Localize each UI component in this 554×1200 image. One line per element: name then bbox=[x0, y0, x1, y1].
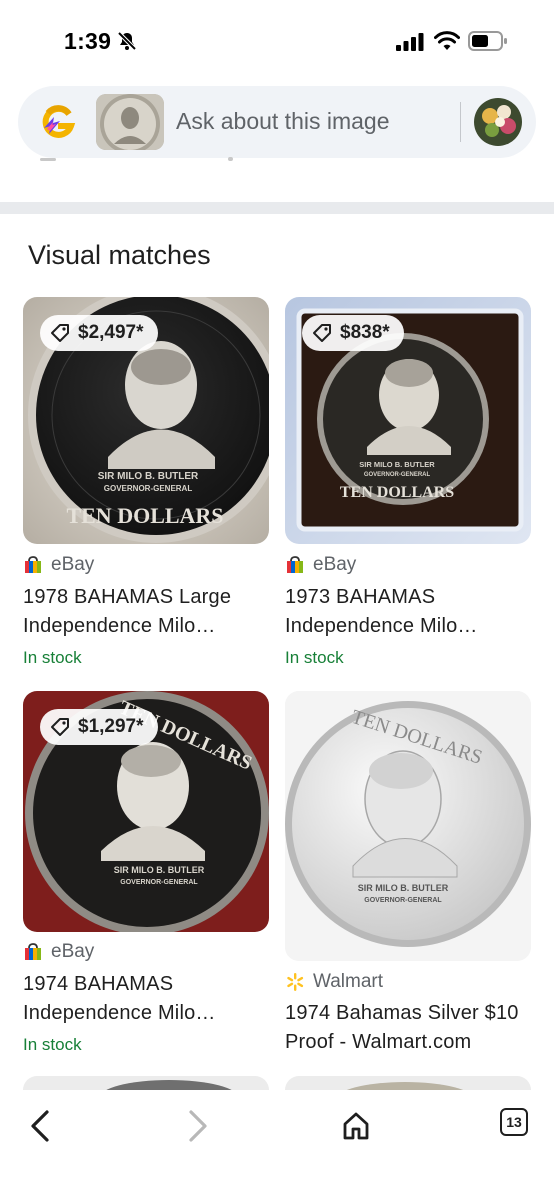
source-row: eBay bbox=[23, 554, 94, 576]
lens-search-bar[interactable]: Ask about this image bbox=[18, 86, 536, 158]
ebay-favicon-icon bbox=[25, 943, 41, 960]
chevron-left-icon[interactable] bbox=[28, 1109, 52, 1143]
back-button[interactable] bbox=[20, 1106, 60, 1146]
source-name: eBay bbox=[313, 554, 357, 575]
wifi-icon bbox=[434, 31, 460, 50]
source-row: Walmart bbox=[285, 971, 383, 993]
search-divider bbox=[460, 102, 461, 142]
account-avatar[interactable] bbox=[474, 98, 522, 146]
search-placeholder[interactable]: Ask about this image bbox=[176, 108, 390, 135]
result-title-line1[interactable]: 1974 BAHAMAS bbox=[23, 970, 273, 999]
price-text: $838* bbox=[340, 322, 390, 343]
source-name: eBay bbox=[51, 554, 95, 575]
bell-muted-icon bbox=[117, 31, 137, 51]
coin-name-text: SIR MILO B. BUTLER bbox=[358, 883, 449, 893]
source-row: eBay bbox=[23, 941, 94, 963]
source-name: Walmart bbox=[313, 971, 384, 992]
coin-role-text: GOVERNOR-GENERAL bbox=[364, 472, 431, 478]
google-logo-icon[interactable] bbox=[40, 104, 76, 140]
result-title[interactable]: 1978 BAHAMAS Large Independence Milo… bbox=[23, 583, 273, 641]
coin-name-text: SIR MILO B. BUTLER bbox=[359, 460, 435, 469]
coin-name-text: SIR MILO B. BUTLER bbox=[98, 471, 199, 482]
price-tag-icon bbox=[51, 718, 69, 736]
cellular-signal-icon bbox=[396, 33, 424, 51]
coin-denomination-text: TEN DOLLARS bbox=[66, 503, 223, 528]
coin-name-text: SIR MILO B. BUTLER bbox=[114, 865, 205, 875]
price-tag-icon bbox=[51, 324, 69, 342]
coin-role-text: GOVERNOR-GENERAL bbox=[364, 897, 442, 904]
result-title-line1[interactable]: 1978 BAHAMAS Large bbox=[23, 583, 273, 612]
collapsed-content-edge bbox=[40, 158, 56, 161]
result-title[interactable]: 1974 BAHAMAS Independence Milo… bbox=[23, 970, 273, 1028]
result-title-line2[interactable]: Independence Milo… bbox=[23, 612, 273, 641]
status-bar: 1:39 bbox=[0, 0, 554, 80]
section-separator bbox=[0, 202, 554, 214]
collapsed-content-edge-dot bbox=[228, 157, 233, 161]
coin-role-text: GOVERNOR-GENERAL bbox=[104, 484, 193, 493]
result-card[interactable]: SIR MILO B. BUTLER GOVERNOR-GENERAL TEN … bbox=[285, 297, 531, 677]
price-chip: $1,297* bbox=[40, 709, 158, 745]
result-image[interactable]: SIR MILO B. BUTLER GOVERNOR-GENERAL TEN … bbox=[285, 691, 531, 961]
source-row: eBay bbox=[285, 554, 356, 576]
chevron-right-icon[interactable] bbox=[186, 1109, 210, 1143]
result-card[interactable]: SIR MILO B. BUTLER GOVERNOR-GENERAL TEN … bbox=[23, 297, 269, 677]
forward-button[interactable] bbox=[178, 1106, 218, 1146]
tab-switcher-button[interactable]: 13 bbox=[500, 1108, 528, 1136]
coin-denomination-text: TEN DOLLARS bbox=[340, 484, 454, 501]
walmart-spark-icon bbox=[287, 973, 304, 991]
status-time: 1:39 bbox=[64, 28, 112, 54]
result-title-line2[interactable]: Independence Milo… bbox=[23, 999, 273, 1028]
price-tag-icon bbox=[313, 324, 331, 342]
query-image-thumbnail[interactable] bbox=[96, 94, 164, 150]
stock-status: In stock bbox=[285, 648, 344, 667]
coin-role-text: GOVERNOR-GENERAL bbox=[120, 879, 198, 886]
result-title-line1[interactable]: 1974 Bahamas Silver $10 bbox=[285, 999, 535, 1028]
result-title-line1[interactable]: 1973 BAHAMAS bbox=[285, 583, 535, 612]
result-title[interactable]: 1974 Bahamas Silver $10 Proof - Walmart.… bbox=[285, 999, 535, 1057]
result-card[interactable]: SIR MILO B. BUTLER GOVERNOR-GENERAL TEN … bbox=[285, 691, 531, 1061]
ebay-favicon-icon bbox=[25, 556, 41, 573]
price-text: $1,297* bbox=[78, 716, 144, 737]
battery-icon bbox=[468, 31, 507, 51]
ebay-favicon-icon bbox=[287, 556, 303, 573]
price-chip: $838* bbox=[302, 315, 404, 351]
home-icon[interactable] bbox=[341, 1111, 371, 1141]
result-card[interactable]: SIR MILO B. BUTLER GOVERNOR-GENERAL TEN … bbox=[23, 691, 269, 1061]
price-chip: $2,497* bbox=[40, 315, 158, 351]
stock-status: In stock bbox=[23, 648, 82, 667]
price-text: $2,497* bbox=[78, 322, 144, 343]
result-title[interactable]: 1973 BAHAMAS Independence Milo… bbox=[285, 583, 535, 641]
home-button[interactable] bbox=[336, 1106, 376, 1146]
stock-status: In stock bbox=[23, 1035, 82, 1054]
result-title-line2[interactable]: Independence Milo… bbox=[285, 612, 535, 641]
source-name: eBay bbox=[51, 941, 95, 962]
result-title-line2[interactable]: Proof - Walmart.com bbox=[285, 1028, 535, 1057]
section-title: Visual matches bbox=[28, 240, 211, 270]
browser-bottom-toolbar: 13 bbox=[0, 1090, 554, 1200]
